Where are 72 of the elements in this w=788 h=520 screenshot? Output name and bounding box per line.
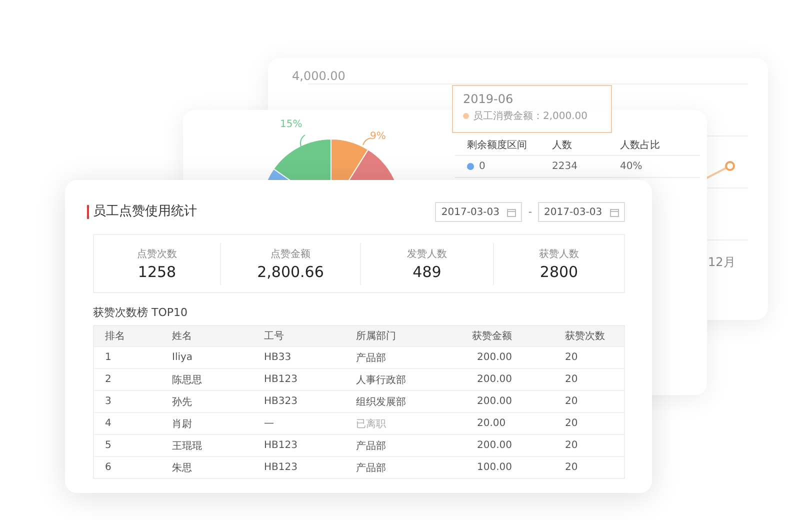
- table-cell-text: 陈思思: [171, 374, 203, 386]
- table-cell-text: 3: [104, 396, 112, 407]
- table-cell-text: 200.00: [476, 396, 513, 407]
- stat-label: 点赞次数: [137, 248, 177, 260]
- table-cell-text: 20: [565, 418, 579, 429]
- calendar-icon: [610, 208, 619, 216]
- calendar-icon: [507, 208, 516, 216]
- table-cell-text: 王琨琨: [171, 440, 203, 452]
- stat-label: 点赞金额: [270, 248, 310, 260]
- table-cell-text: HB33: [263, 352, 292, 363]
- stat-value: 1258: [138, 262, 176, 280]
- stat-label: 获赞人数: [539, 248, 579, 260]
- table-cell-text: 人事行政部: [355, 374, 407, 386]
- table-cell-text: 产品部: [355, 462, 387, 474]
- leader-line: [362, 138, 372, 146]
- pie-label: 9%: [370, 131, 386, 142]
- table-cell-text: 20: [565, 396, 579, 407]
- card-title: 员工点赞使用统计: [87, 205, 197, 219]
- table-cell-text: 5: [104, 440, 112, 451]
- table-cell-text: 6: [104, 462, 112, 473]
- date-field[interactable]: 2017-03-03: [538, 202, 625, 222]
- table-cell-text: 2: [104, 374, 112, 385]
- table-cell-text: 200.00: [476, 440, 513, 451]
- stat-value: 489: [412, 262, 442, 280]
- column-header: 所属部门: [355, 330, 397, 343]
- stat-value: 2800: [540, 262, 578, 280]
- column-header: 人数占比: [620, 138, 661, 152]
- table-cell-text: 朱思: [171, 462, 193, 474]
- leader-line: [300, 134, 306, 148]
- table-cell-text: 40%: [620, 161, 644, 172]
- axis-label: 12月: [708, 254, 736, 271]
- table-cell-text: —: [263, 418, 275, 429]
- tooltip-title: 2019-06: [463, 92, 514, 106]
- table-cell: 0: [479, 161, 486, 172]
- table-cell-text: 20: [565, 462, 579, 473]
- table-cell-text: 2234: [552, 161, 578, 172]
- table-cell-text: 20: [565, 374, 579, 385]
- table-cell-text: Iliya: [171, 352, 194, 363]
- table-cell-text: 20: [565, 440, 579, 451]
- table-cell-text: 产品部: [355, 440, 387, 452]
- table-cell-text: 20.00: [476, 418, 507, 429]
- pie-label: 15%: [280, 119, 302, 130]
- table-cell-text: 200.00: [476, 352, 513, 363]
- table-cell-text: 100.00: [476, 462, 513, 473]
- column-header: 获赞次数: [565, 330, 606, 343]
- table-cell-text: 孙先: [171, 396, 193, 408]
- table-cell-text: 1: [104, 352, 112, 363]
- table-cell-text: HB323: [263, 396, 298, 407]
- table-cell-text: 肖尉: [171, 418, 193, 430]
- legend-dot-icon: [463, 113, 469, 119]
- table-cell-text: 组织发展部: [355, 396, 407, 408]
- column-header: 工号: [263, 330, 285, 343]
- table-cell-text: 20: [565, 352, 579, 363]
- table-cell-text: HB123: [263, 440, 298, 451]
- table-cell-text: 已离职: [355, 418, 387, 430]
- column-header: 排名: [104, 330, 126, 343]
- column-header: 姓名: [171, 330, 193, 343]
- section-title: 获赞次数榜 TOP10: [93, 305, 189, 320]
- table-cell-text: 4: [104, 418, 112, 429]
- stat-value: 2,800.66: [257, 262, 324, 280]
- date-field[interactable]: 2017-03-03: [435, 202, 522, 222]
- table-cell-text: 产品部: [355, 352, 387, 364]
- column-header: 人数: [552, 138, 573, 152]
- tooltip-value: 员工消费金额：2,000.00: [473, 110, 588, 123]
- axis-label: 4,000.00: [292, 69, 346, 83]
- column-header: 剩余额度区间: [467, 138, 528, 152]
- table-cell-text: HB123: [263, 462, 298, 473]
- table-cell-text: 200.00: [476, 374, 513, 385]
- stat-label: 发赞人数: [407, 248, 447, 260]
- column-header: 获赞金额: [472, 330, 513, 343]
- range-separator: -: [528, 206, 532, 218]
- table-cell-text: HB123: [263, 374, 298, 385]
